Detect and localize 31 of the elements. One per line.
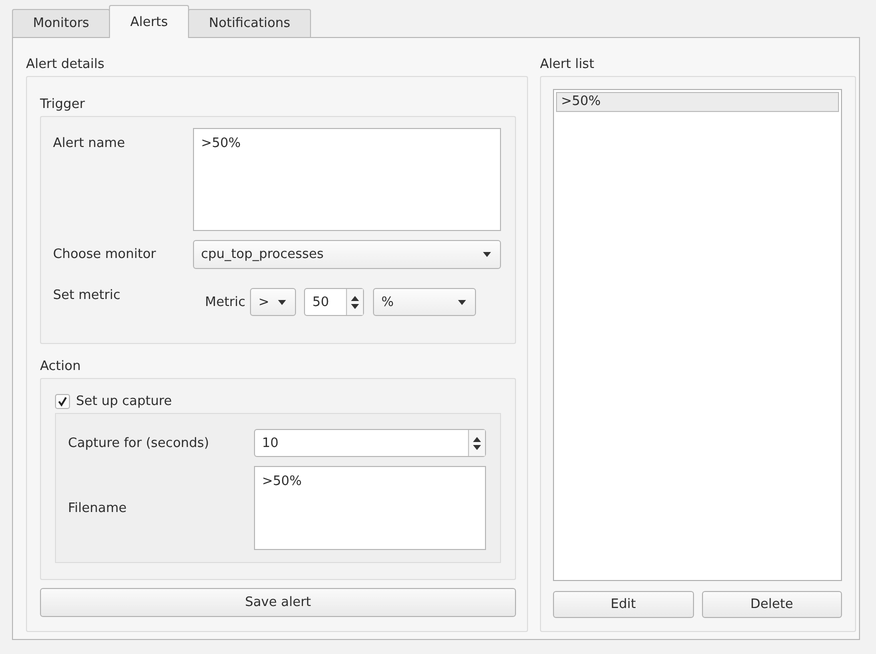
group-title: Alert details xyxy=(26,56,104,72)
tab[interactable]: Alerts xyxy=(109,5,189,38)
checkbox[interactable] xyxy=(55,394,70,409)
list-button[interactable]: Delete xyxy=(702,591,842,618)
caret-icon xyxy=(483,252,491,257)
filename-field[interactable]: >50% xyxy=(254,466,486,550)
tab[interactable]: Monitors xyxy=(12,9,110,37)
save-button[interactable]: Save alert xyxy=(40,588,516,617)
field-label: Filename xyxy=(68,500,128,516)
list-item[interactable]: >50% xyxy=(556,92,839,112)
field-label: Alert name xyxy=(53,135,126,151)
stepper-icon[interactable] xyxy=(473,436,481,450)
field-label: Set metric xyxy=(53,288,122,303)
group-title: Alert list xyxy=(540,56,594,72)
tab[interactable]: Notifications xyxy=(188,9,312,37)
threshold-spinbox[interactable]: 50 xyxy=(304,288,364,316)
list-button[interactable]: Edit xyxy=(553,591,694,618)
checkbox-label[interactable]: Set up capture xyxy=(76,394,172,409)
alert-name-field[interactable]: >50% xyxy=(193,128,501,231)
group-title: Action xyxy=(40,358,81,374)
duration-spinbox[interactable]: 10 xyxy=(254,429,486,457)
stepper-icon[interactable] xyxy=(351,296,360,308)
field-label: Choose monitor xyxy=(53,247,157,262)
unit-dropdown[interactable]: % xyxy=(373,288,476,316)
field-label: Capture for (seconds) xyxy=(68,436,210,450)
caret-icon xyxy=(278,300,286,304)
operator-dropdown[interactable]: > xyxy=(250,288,296,316)
monitor-dropdown[interactable]: cpu_top_processes xyxy=(193,240,501,269)
group-title: Trigger xyxy=(40,96,85,112)
caret-icon xyxy=(458,300,466,304)
field-label: Metric xyxy=(205,294,246,310)
